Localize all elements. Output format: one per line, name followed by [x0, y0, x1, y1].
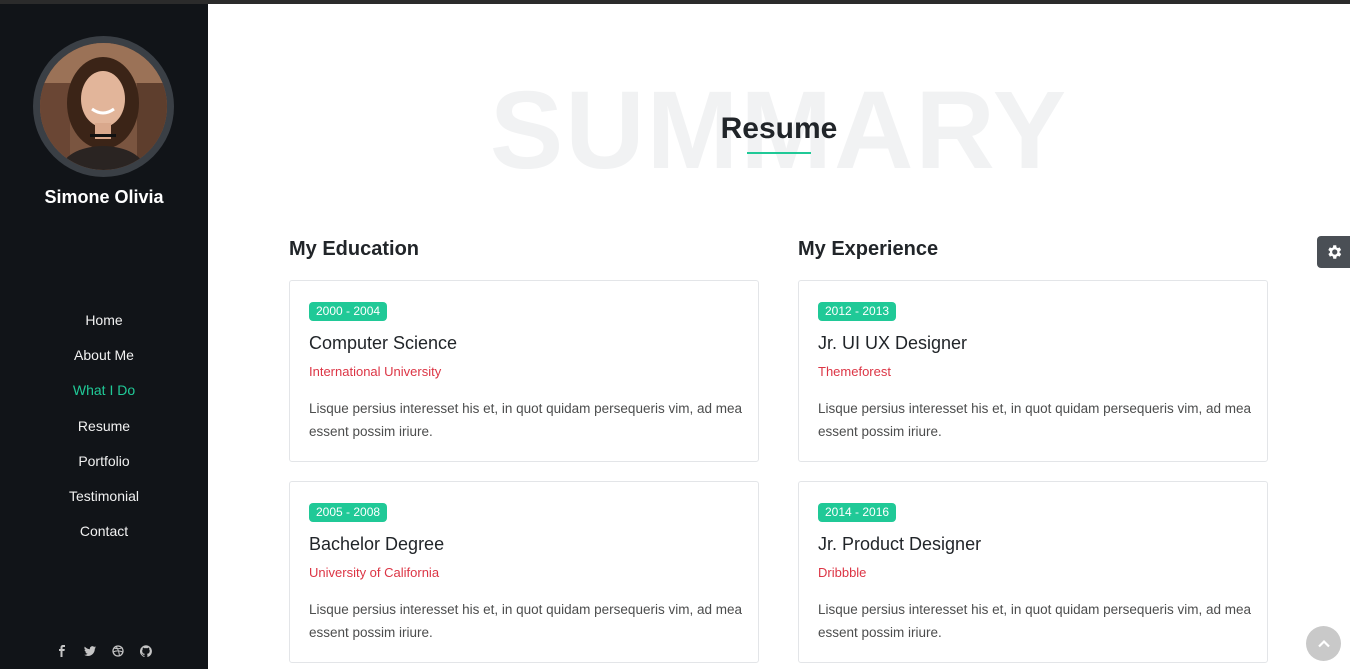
education-card: 2000 - 2004 Computer Science Internation… [289, 280, 759, 462]
social-links [0, 644, 208, 658]
education-heading: My Education [289, 238, 420, 260]
card-title: Bachelor Degree [309, 534, 445, 554]
years-badge: 2012 - 2013 [818, 302, 897, 321]
settings-button[interactable] [1317, 236, 1350, 268]
nav-item-portfolio[interactable]: Portfolio [0, 447, 208, 482]
experience-card: 2012 - 2013 Jr. UI UX Designer Themefore… [798, 280, 1268, 462]
experience-card: 2014 - 2016 Jr. Product Designer Dribbbl… [798, 481, 1268, 663]
dribbble-icon[interactable] [111, 644, 125, 658]
twitter-icon[interactable] [83, 644, 97, 658]
card-description: Lisque persius interesset his et, in quo… [818, 602, 1251, 640]
main-content: SUMMARY Resume My Education My Experienc… [208, 4, 1350, 669]
card-place: International University [309, 364, 442, 379]
gear-icon [1327, 245, 1341, 259]
nav-item-resume[interactable]: Resume [0, 412, 208, 447]
card-title: Jr. UI UX Designer [818, 333, 968, 353]
section-title: Resume [720, 112, 838, 145]
card-place: University of California [309, 565, 440, 580]
years-badge: 2000 - 2004 [309, 302, 388, 321]
experience-heading: My Experience [798, 238, 939, 260]
nav-item-what-i-do[interactable]: What I Do [0, 376, 208, 411]
card-description: Lisque persius interesset his et, in quo… [818, 401, 1251, 439]
years-badge: 2005 - 2008 [309, 503, 388, 522]
sidebar-nav: Home About Me What I Do Resume Portfolio… [0, 306, 208, 552]
avatar [40, 43, 167, 170]
avatar-ring [33, 36, 174, 177]
card-place: Themeforest [818, 364, 891, 379]
card-description: Lisque persius interesset his et, in quo… [309, 602, 742, 640]
nav-item-about-me[interactable]: About Me [0, 341, 208, 376]
card-title: Jr. Product Designer [818, 534, 982, 554]
years-badge: 2014 - 2016 [818, 503, 897, 522]
nav-item-contact[interactable]: Contact [0, 517, 208, 552]
nav-item-home[interactable]: Home [0, 306, 208, 341]
card-title: Computer Science [309, 333, 458, 353]
back-to-top-button[interactable] [1306, 626, 1341, 661]
chevron-up-icon [1317, 639, 1330, 647]
card-description: Lisque persius interesset his et, in quo… [309, 401, 742, 439]
github-icon[interactable] [139, 644, 153, 658]
facebook-icon[interactable] [55, 644, 69, 658]
profile-name: Simone Olivia [44, 187, 164, 207]
sidebar: Simone Olivia Home About Me What I Do Re… [0, 4, 208, 669]
card-place: Dribbble [818, 565, 867, 580]
nav-item-testimonial[interactable]: Testimonial [0, 482, 208, 517]
title-underline [747, 152, 811, 154]
education-card: 2005 - 2008 Bachelor Degree University o… [289, 481, 759, 663]
